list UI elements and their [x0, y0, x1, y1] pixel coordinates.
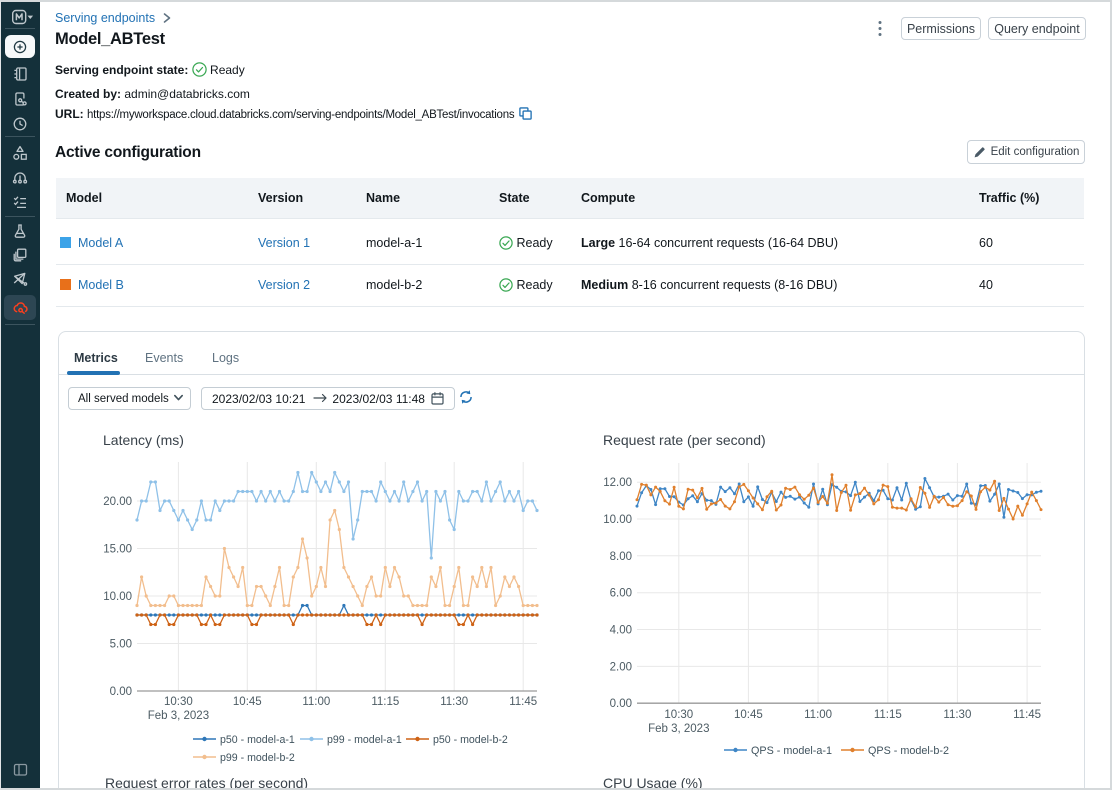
- svg-text:11:15: 11:15: [874, 709, 902, 721]
- svg-text:0.00: 0.00: [610, 698, 632, 710]
- svg-text:11:45: 11:45: [509, 696, 537, 708]
- svg-text:11:15: 11:15: [371, 696, 399, 708]
- svg-text:5.00: 5.00: [110, 639, 132, 651]
- svg-text:p50 - model-a-1: p50 - model-a-1: [220, 734, 295, 746]
- svg-text:11:45: 11:45: [1013, 709, 1041, 721]
- svg-text:2.00: 2.00: [610, 661, 632, 673]
- svg-text:0.00: 0.00: [110, 686, 132, 698]
- svg-text:10:45: 10:45: [734, 709, 763, 721]
- svg-text:p50 - model-b-2: p50 - model-b-2: [433, 734, 508, 746]
- svg-text:10:30: 10:30: [664, 709, 693, 721]
- svg-text:10:30: 10:30: [164, 696, 193, 708]
- svg-text:11:30: 11:30: [943, 709, 971, 721]
- svg-text:11:00: 11:00: [804, 709, 832, 721]
- svg-text:QPS - model-b-2: QPS - model-b-2: [868, 745, 949, 757]
- svg-text:11:30: 11:30: [440, 696, 468, 708]
- svg-text:10.00: 10.00: [103, 591, 132, 603]
- svg-text:11:00: 11:00: [302, 696, 330, 708]
- svg-text:Latency (ms): Latency (ms): [103, 432, 184, 448]
- svg-text:15.00: 15.00: [103, 544, 132, 556]
- svg-text:Request rate (per second): Request rate (per second): [603, 432, 766, 448]
- svg-text:10:45: 10:45: [233, 696, 262, 708]
- svg-text:p99 - model-b-2: p99 - model-b-2: [220, 752, 295, 764]
- svg-text:Feb 3, 2023: Feb 3, 2023: [148, 710, 209, 722]
- svg-text:Feb 3, 2023: Feb 3, 2023: [648, 723, 709, 735]
- svg-text:20.00: 20.00: [103, 496, 132, 508]
- svg-text:4.00: 4.00: [610, 625, 632, 637]
- svg-text:6.00: 6.00: [610, 588, 632, 600]
- svg-text:12.00: 12.00: [603, 477, 632, 489]
- svg-text:p99 - model-a-1: p99 - model-a-1: [327, 734, 402, 746]
- svg-text:10.00: 10.00: [603, 514, 632, 526]
- svg-text:QPS - model-a-1: QPS - model-a-1: [751, 745, 832, 757]
- svg-text:8.00: 8.00: [610, 551, 632, 563]
